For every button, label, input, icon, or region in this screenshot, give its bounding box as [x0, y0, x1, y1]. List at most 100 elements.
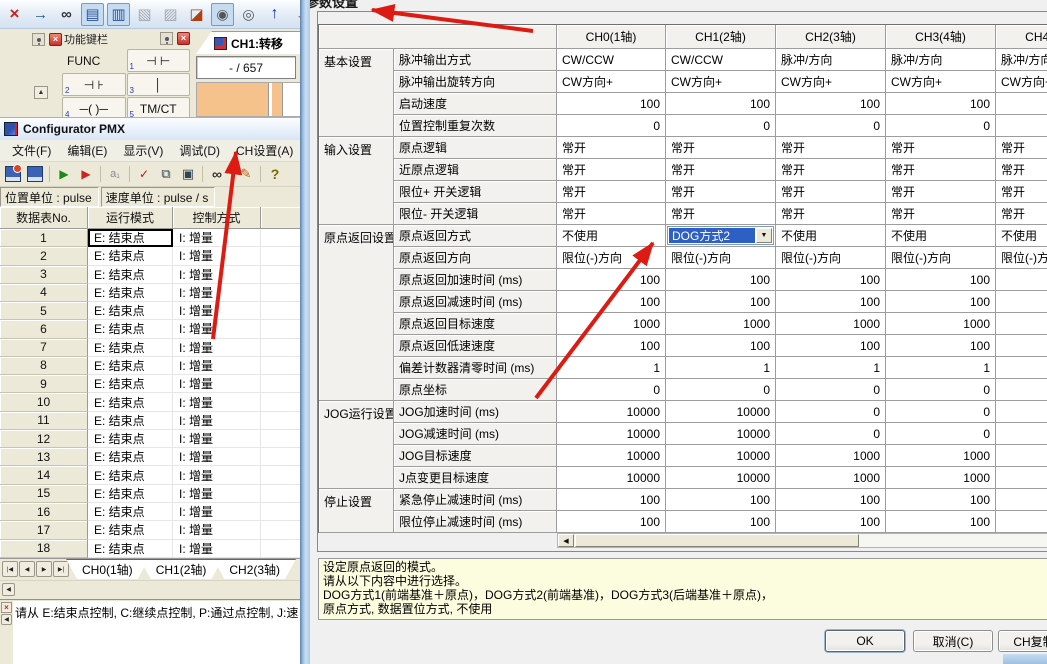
param-value[interactable]: 限位(-)方向 — [996, 247, 1047, 269]
param-value[interactable]: 100 — [666, 93, 776, 115]
chevron-down-icon[interactable]: ▼ — [756, 228, 772, 243]
online-monitor-icon[interactable]: ◉ — [211, 3, 234, 26]
control-mode-cell[interactable]: I: 增量 — [173, 503, 261, 521]
param-value[interactable]: 常开 — [996, 159, 1047, 181]
param-value[interactable]: 100 — [886, 511, 996, 533]
control-mode-cell[interactable]: I: 增量 — [173, 320, 261, 338]
param-value[interactable]: 常开 — [557, 137, 666, 159]
ok-button[interactable]: OK — [825, 630, 905, 652]
param-value[interactable]: 限位(-)方向 — [776, 247, 886, 269]
param-value[interactable]: 1 — [886, 357, 996, 379]
run-mode-cell[interactable]: E: 结束点 — [88, 540, 173, 558]
param-value[interactable]: 0 — [886, 423, 996, 445]
param-value[interactable]: 1 — [776, 357, 886, 379]
param-value[interactable]: CW/CCW — [557, 49, 666, 71]
param-value[interactable]: CW方向+ — [776, 71, 886, 93]
list-display-icon[interactable]: ▥ — [107, 3, 130, 26]
param-value[interactable]: 10000 — [666, 423, 776, 445]
param-value[interactable]: 10000 — [557, 423, 666, 445]
param-value[interactable]: 100 — [776, 291, 886, 313]
param-value[interactable]: 100 — [776, 511, 886, 533]
next-page-icon[interactable]: ▨ — [159, 3, 182, 26]
tab-nav-button-3[interactable]: ▶| — [53, 561, 69, 577]
param-value[interactable]: CW方向+ — [996, 71, 1047, 93]
editor-tab[interactable]: CH1:转移 — [196, 31, 302, 54]
control-mode-cell[interactable]: I: 增量 — [173, 412, 261, 430]
param-value[interactable]: 100 — [886, 269, 996, 291]
param-value[interactable]: 不使用 — [886, 225, 996, 247]
ladder-cell-selected[interactable] — [197, 83, 269, 116]
param-value[interactable]: 100 — [557, 511, 666, 533]
param-value[interactable]: 常开 — [557, 159, 666, 181]
row-number-cell[interactable]: 14 — [0, 466, 88, 484]
tab-nav-button-1[interactable]: ◀ — [19, 561, 35, 577]
control-mode-cell[interactable]: I: 增量 — [173, 302, 261, 320]
pmx-title-bar[interactable]: Configurator PMX — [0, 118, 302, 140]
control-mode-cell[interactable]: I: 增量 — [173, 247, 261, 265]
run-mode-cell[interactable]: E: 结束点 — [88, 375, 173, 393]
control-mode-cell[interactable]: I: 增量 — [173, 521, 261, 539]
save-icon[interactable] — [25, 164, 45, 184]
param-value[interactable]: 100 — [557, 269, 666, 291]
page-display-icon[interactable]: ▤ — [81, 3, 104, 26]
row-number-cell[interactable]: 4 — [0, 284, 88, 302]
row-number-cell[interactable]: 16 — [0, 503, 88, 521]
param-value[interactable]: 100 — [666, 335, 776, 357]
offline-edit-icon[interactable]: ◎ — [237, 3, 260, 26]
control-mode-cell[interactable]: I: 增量 — [173, 339, 261, 357]
param-value[interactable]: 10000 — [666, 467, 776, 489]
param-value[interactable]: 常开 — [886, 181, 996, 203]
close-icon[interactable]: × — [49, 33, 62, 46]
control-mode-cell[interactable]: I: 增量 — [173, 229, 261, 247]
param-value[interactable]: CW/CCW — [666, 49, 776, 71]
menu-item-4[interactable]: CH设置(A) — [228, 140, 301, 161]
row-number-cell[interactable]: 18 — [0, 540, 88, 558]
run-mode-cell[interactable]: E: 结束点 — [88, 485, 173, 503]
param-value[interactable] — [996, 291, 1047, 313]
run-mode-cell[interactable]: E: 结束点 — [88, 320, 173, 338]
param-value[interactable]: 100 — [557, 93, 666, 115]
param-value[interactable]: 常开 — [996, 203, 1047, 225]
param-value[interactable] — [996, 423, 1047, 445]
upload-doc-icon[interactable]: ▶ — [76, 164, 96, 184]
param-value[interactable]: 100 — [557, 335, 666, 357]
param-value[interactable]: 限位(-)方向 — [557, 247, 666, 269]
param-value[interactable]: 脉冲/方向 — [996, 49, 1047, 71]
row-number-cell[interactable]: 3 — [0, 266, 88, 284]
dialog-horizontal-scrollbar[interactable]: ◀ — [557, 533, 1047, 548]
control-mode-cell[interactable]: I: 增量 — [173, 466, 261, 484]
control-mode-cell[interactable]: I: 增量 — [173, 540, 261, 558]
run-mode-cell[interactable]: E: 结束点 — [88, 448, 173, 466]
comment-edit-icon[interactable]: ✎ — [236, 164, 256, 184]
param-value[interactable]: 限位(-)方向 — [886, 247, 996, 269]
sheet-tab-1[interactable]: CH1(2轴) — [140, 559, 223, 579]
delete-rung-icon[interactable]: × — [3, 3, 26, 26]
control-mode-cell[interactable]: I: 增量 — [173, 448, 261, 466]
param-value[interactable] — [996, 269, 1047, 291]
save-monitor-icon[interactable] — [3, 164, 23, 184]
param-value[interactable]: 100 — [886, 335, 996, 357]
param-value[interactable]: 常开 — [996, 181, 1047, 203]
param-value[interactable]: 常开 — [666, 203, 776, 225]
param-value[interactable]: 常开 — [776, 181, 886, 203]
run-mode-cell[interactable]: E: 结束点 — [88, 521, 173, 539]
row-number-cell[interactable]: 13 — [0, 448, 88, 466]
param-value[interactable]: 100 — [886, 291, 996, 313]
row-number-cell[interactable]: 1 — [0, 229, 88, 247]
param-value[interactable]: CW方向+ — [666, 71, 776, 93]
control-mode-cell[interactable]: I: 增量 — [173, 284, 261, 302]
run-mode-cell[interactable]: E: 结束点 — [88, 357, 173, 375]
scrollbar-thumb[interactable] — [575, 534, 859, 547]
param-value[interactable]: 脉冲/方向 — [776, 49, 886, 71]
param-value[interactable] — [996, 379, 1047, 401]
param-value[interactable]: 脉冲/方向 — [886, 49, 996, 71]
param-value[interactable] — [996, 335, 1047, 357]
param-value[interactable]: 限位(-)方向 — [666, 247, 776, 269]
param-value[interactable]: 100 — [666, 269, 776, 291]
run-mode-cell[interactable]: E: 结束点 — [88, 503, 173, 521]
param-value[interactable]: 1 — [666, 357, 776, 379]
param-value[interactable]: 100 — [557, 489, 666, 511]
verify-icon[interactable]: ✓ — [134, 164, 154, 184]
control-mode-cell[interactable]: I: 增量 — [173, 430, 261, 448]
run-mode-cell[interactable]: E: 结束点 — [88, 302, 173, 320]
